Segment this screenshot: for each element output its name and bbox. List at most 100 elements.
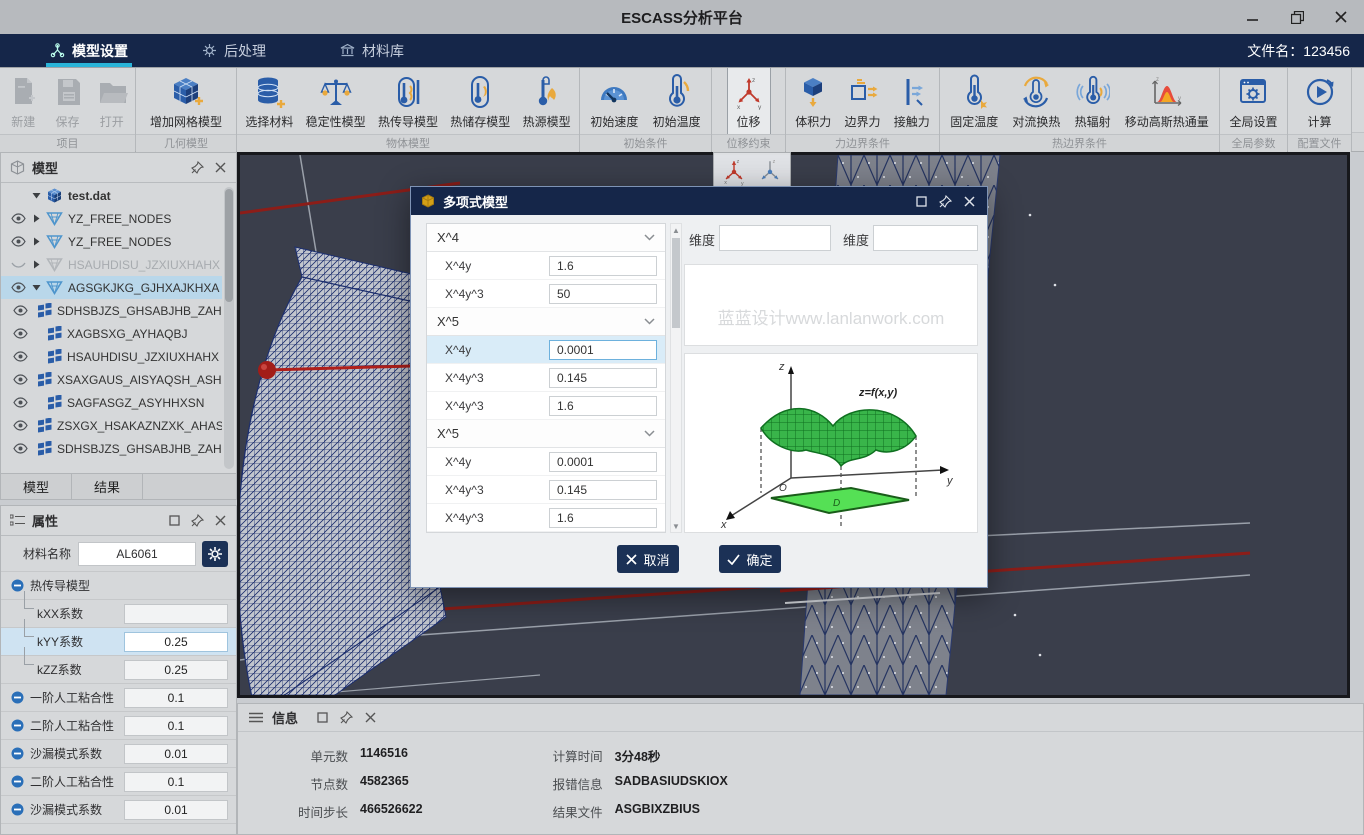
tree-item[interactable]: YZ_FREE_NODES	[1, 207, 222, 230]
pin-icon[interactable]	[189, 513, 205, 529]
coefficient-input[interactable]: 0.145	[549, 480, 657, 500]
section-header[interactable]: X^4	[427, 224, 665, 252]
axis-triad-blue-icon[interactable]: z	[755, 156, 785, 186]
toolbar-button[interactable]: 计算	[1299, 68, 1341, 134]
caret-right-icon[interactable]	[31, 214, 41, 223]
pin-icon[interactable]	[937, 193, 953, 209]
eye-open-icon[interactable]	[13, 397, 28, 408]
caret-down-icon[interactable]	[31, 284, 41, 291]
toolbar-button[interactable]: 体积力	[791, 68, 835, 134]
eye-closed-icon[interactable]	[11, 259, 26, 270]
eye-open-icon[interactable]	[13, 305, 28, 316]
property-value-input[interactable]: 0.1	[124, 688, 228, 708]
eye-open-icon[interactable]	[13, 420, 28, 431]
toolbar-button[interactable]: 稳定性模型	[302, 68, 370, 134]
toolbar-button[interactable]: 对流换热	[1008, 68, 1064, 134]
toolbar-button[interactable]: 增加网格模型	[146, 68, 226, 134]
caret-down-icon[interactable]	[31, 192, 41, 199]
coefficient-list-scrollbar[interactable]: ▲▼	[670, 223, 682, 533]
eye-open-icon[interactable]	[13, 328, 28, 339]
eye-open-icon[interactable]	[11, 282, 26, 293]
eye-open-icon[interactable]	[11, 236, 26, 247]
toolbar-button[interactable]: 初始速度	[586, 68, 642, 134]
toolbar-button[interactable]: 全局设置	[1225, 68, 1281, 134]
dim1-input[interactable]	[719, 225, 831, 251]
material-name-input[interactable]: AL6061	[78, 542, 196, 566]
property-value-input[interactable]: 0.25	[124, 632, 228, 652]
coefficient-row[interactable]: X^4y 0.0001	[427, 448, 665, 476]
property-value-input[interactable]: 0.25	[124, 660, 228, 680]
tree-item[interactable]: HSAUHDISU_JZXIUXHAHX	[1, 345, 222, 368]
property-group-row[interactable]: 热传导模型	[1, 572, 236, 600]
section-header[interactable]: X^5	[427, 308, 665, 336]
maximize-icon[interactable]	[314, 710, 330, 726]
toolbar-button[interactable]: 热储存模型	[446, 68, 514, 134]
section-header[interactable]: X^5	[427, 420, 665, 448]
property-row[interactable]: kXX系数	[1, 600, 236, 628]
minimize-icon[interactable]	[1244, 8, 1262, 26]
coefficient-row[interactable]: X^4y 0.0001	[427, 336, 665, 364]
toolbar-button[interactable]: 保存	[47, 68, 89, 134]
coefficient-row[interactable]: X^4y 1.6	[427, 252, 665, 280]
caret-right-icon[interactable]	[31, 237, 41, 246]
close-icon[interactable]	[362, 710, 378, 726]
tree-item[interactable]: ZSXGX_HSAKAZNZXK_AHASX	[1, 414, 222, 437]
coefficient-input[interactable]: 1.6	[549, 256, 657, 276]
tree-item[interactable]: XSAXGAUS_AISYAQSH_ASHX	[1, 368, 222, 391]
tree-item[interactable]: HSAUHDISU_JZXIUXHAHX	[1, 253, 222, 276]
collapse-minus-icon[interactable]	[11, 691, 24, 704]
cancel-button[interactable]: 取消	[617, 545, 679, 573]
material-settings-button[interactable]	[202, 541, 228, 567]
close-icon[interactable]	[1332, 8, 1350, 26]
eye-open-icon[interactable]	[13, 443, 28, 454]
property-value-input[interactable]: 0.01	[124, 744, 228, 764]
pin-icon[interactable]	[338, 710, 354, 726]
coefficient-row[interactable]: X^4y^3 1.6	[427, 504, 665, 532]
tree-item[interactable]: YZ_FREE_NODES	[1, 230, 222, 253]
property-row[interactable]: kZZ系数 0.25	[1, 656, 236, 684]
eye-open-icon[interactable]	[13, 374, 28, 385]
tree-item[interactable]: SAGFASGZ_ASYHHXSN	[1, 391, 222, 414]
coefficient-input[interactable]: 1.6	[549, 396, 657, 416]
coefficient-input[interactable]: 1.6	[549, 508, 657, 528]
coefficient-row[interactable]: X^4y^3 50	[427, 280, 665, 308]
tree-item[interactable]: SDHSBJZS_GHSABJHB_ZAHU	[1, 437, 222, 460]
tree-item[interactable]: AGSGKJKG_GJHXAJKHXA	[1, 276, 222, 299]
collapse-minus-icon[interactable]	[11, 747, 24, 760]
ok-button[interactable]: 确定	[719, 545, 781, 573]
property-value-input[interactable]: 0.1	[124, 716, 228, 736]
tab-result[interactable]: 结果	[72, 474, 143, 499]
toolbar-button[interactable]: 选择材料	[241, 68, 297, 134]
property-row[interactable]: 二阶人工粘合性 0.1	[1, 768, 236, 796]
collapse-minus-icon[interactable]	[11, 803, 24, 816]
coefficient-input[interactable]: 0.0001	[549, 452, 657, 472]
close-icon[interactable]	[212, 160, 228, 176]
pin-icon[interactable]	[189, 160, 205, 176]
coefficient-row[interactable]: X^4y^3 0.145	[427, 476, 665, 504]
coefficient-input[interactable]: 0.145	[549, 368, 657, 388]
tab-model-setup[interactable]: 模型设置	[46, 34, 132, 67]
toolbar-button[interactable]: 边界力	[840, 68, 884, 134]
tree-item[interactable]: SDHSBJZS_GHSABJHB_ZAHU	[1, 299, 222, 322]
property-row[interactable]: 二阶人工粘合性 0.1	[1, 712, 236, 740]
collapse-minus-icon[interactable]	[11, 719, 24, 732]
property-row[interactable]: 一阶人工粘合性 0.1	[1, 684, 236, 712]
dialog-header[interactable]: 多项式模型	[411, 187, 987, 215]
coefficient-row[interactable]: X^4y^3 0.145	[427, 364, 665, 392]
toolbar-button[interactable]: 热传导模型	[374, 68, 442, 134]
eye-open-icon[interactable]	[11, 213, 26, 224]
toolbar-button[interactable]: 初始温度	[649, 68, 705, 134]
axis-triad-red-icon[interactable]: zxy	[719, 156, 749, 186]
tab-material-lib[interactable]: 材料库	[336, 34, 408, 67]
toolbar-button[interactable]: zy 移动高斯热通量	[1121, 68, 1213, 134]
toolbar-button[interactable]: 固定温度	[946, 68, 1002, 134]
toolbar-button[interactable]: 打开	[91, 68, 133, 134]
toolbar-button[interactable]: 接触力	[890, 68, 934, 134]
toolbar-button[interactable]: 热辐射	[1071, 68, 1115, 134]
toolbar-button[interactable]: 新建	[2, 68, 44, 134]
dim2-input[interactable]	[873, 225, 978, 251]
coefficient-input[interactable]: 0.0001	[549, 340, 657, 360]
tree-item[interactable]: XAGBSXG_AYHAQBJ	[1, 322, 222, 345]
eye-open-icon[interactable]	[13, 351, 28, 362]
property-row[interactable]: kYY系数 0.25	[1, 628, 236, 656]
